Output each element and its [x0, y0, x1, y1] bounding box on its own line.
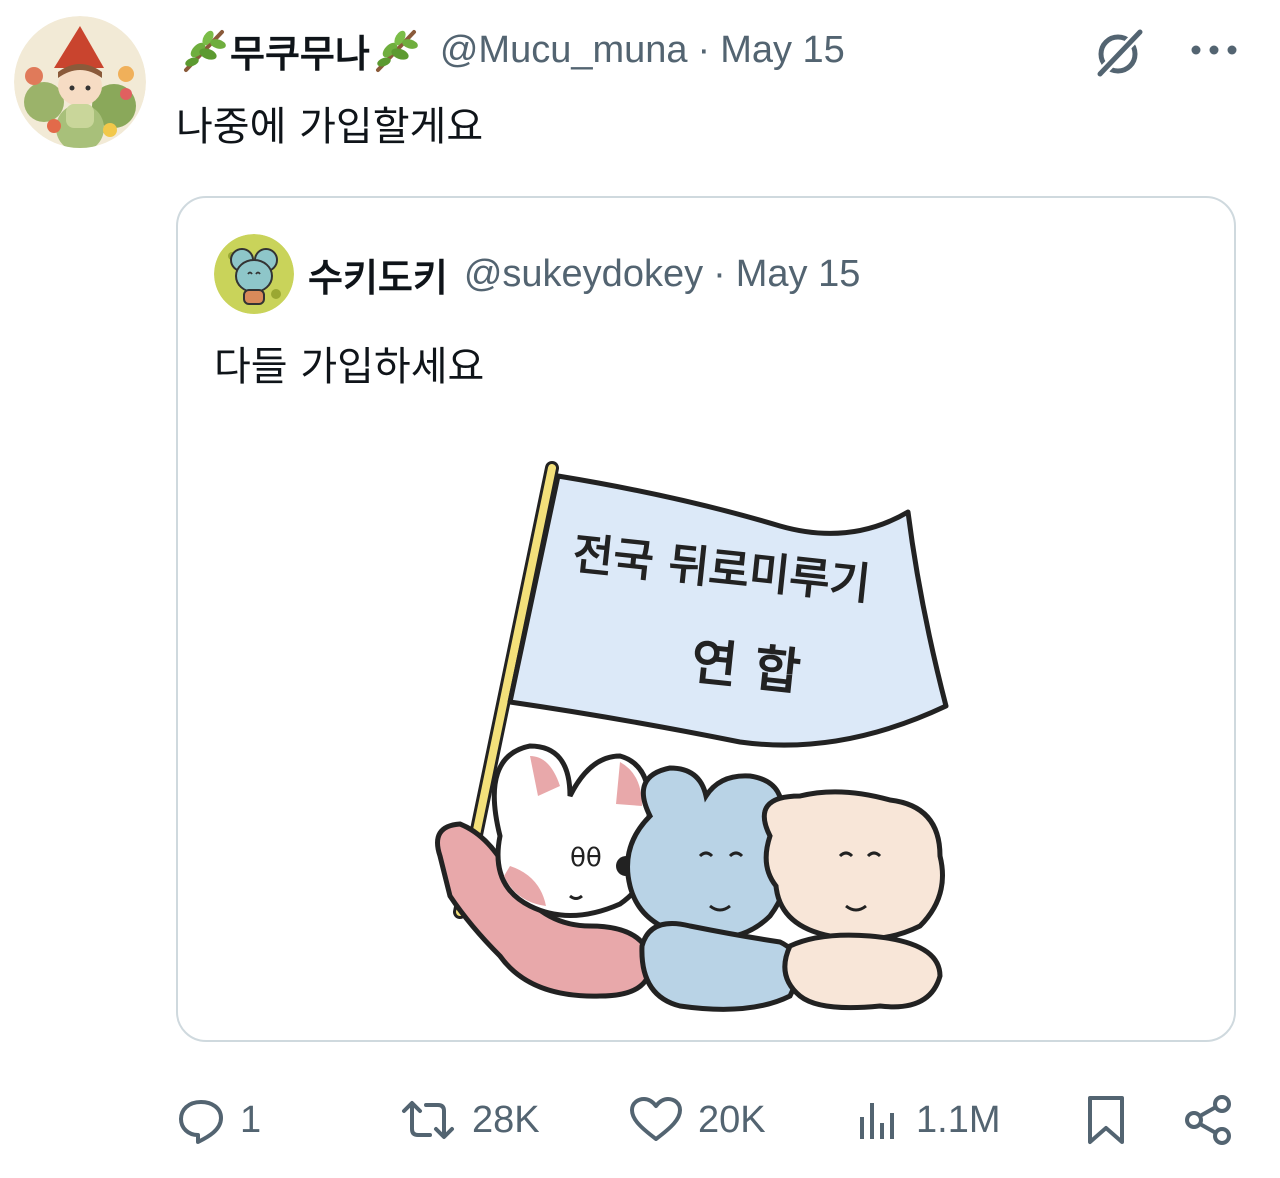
share-button[interactable] — [1180, 1080, 1236, 1160]
grok-icon[interactable] — [1090, 22, 1150, 82]
more-icon[interactable] — [1186, 30, 1242, 70]
reply-button[interactable]: 1 — [176, 1080, 261, 1160]
flag-text-line2: 연 합 — [688, 633, 803, 702]
like-button[interactable]: 20K — [628, 1080, 766, 1160]
heart-icon — [630, 1097, 682, 1141]
quoted-tweet-text: 다들 가입하세요 — [214, 344, 485, 390]
bookmark-button[interactable] — [1082, 1080, 1130, 1160]
share-icon — [1185, 1095, 1231, 1145]
retweet-button[interactable]: 28K — [398, 1080, 540, 1160]
author-avatar[interactable] — [14, 16, 146, 148]
reply-count: 1 — [240, 1098, 262, 1141]
action-bar: 1 28K 20K 1.1M — [0, 1080, 1280, 1160]
retweet-icon — [402, 1101, 454, 1139]
herb-sprig-icon — [370, 24, 422, 76]
tweet-header: 무쿠무나 @Mucu_muna · May 15 — [178, 22, 845, 78]
quoted-display-name[interactable]: 수키도키 — [308, 247, 448, 302]
retweet-count: 28K — [472, 1098, 540, 1141]
herb-sprig-icon — [178, 24, 230, 76]
quoted-handle[interactable]: @sukeydokey — [464, 253, 703, 296]
tweet-text: 나중에 가입할게요 — [176, 104, 484, 150]
tweet-date[interactable]: May 15 — [720, 29, 845, 72]
quoted-header: 수키도키 @sukeydokey · May 15 — [308, 246, 860, 302]
views-icon — [860, 1103, 894, 1139]
quoted-tweet-image[interactable]: 전국 뒤로미루기 연 합 θθ — [420, 456, 980, 1026]
svg-text:θθ: θθ — [570, 843, 602, 873]
views-button[interactable]: 1.1M — [856, 1080, 1000, 1160]
header-separator: · — [697, 28, 711, 71]
author-display-name[interactable]: 무쿠무나 — [230, 23, 370, 78]
views-count: 1.1M — [916, 1098, 1001, 1141]
author-handle[interactable]: @Mucu_muna — [440, 29, 688, 72]
quoted-date[interactable]: May 15 — [736, 253, 861, 296]
quoted-author-avatar[interactable] — [214, 234, 294, 314]
like-count: 20K — [698, 1098, 766, 1141]
reply-icon — [179, 1100, 223, 1144]
quoted-separator: · — [713, 252, 726, 295]
bookmark-icon — [1088, 1096, 1124, 1144]
